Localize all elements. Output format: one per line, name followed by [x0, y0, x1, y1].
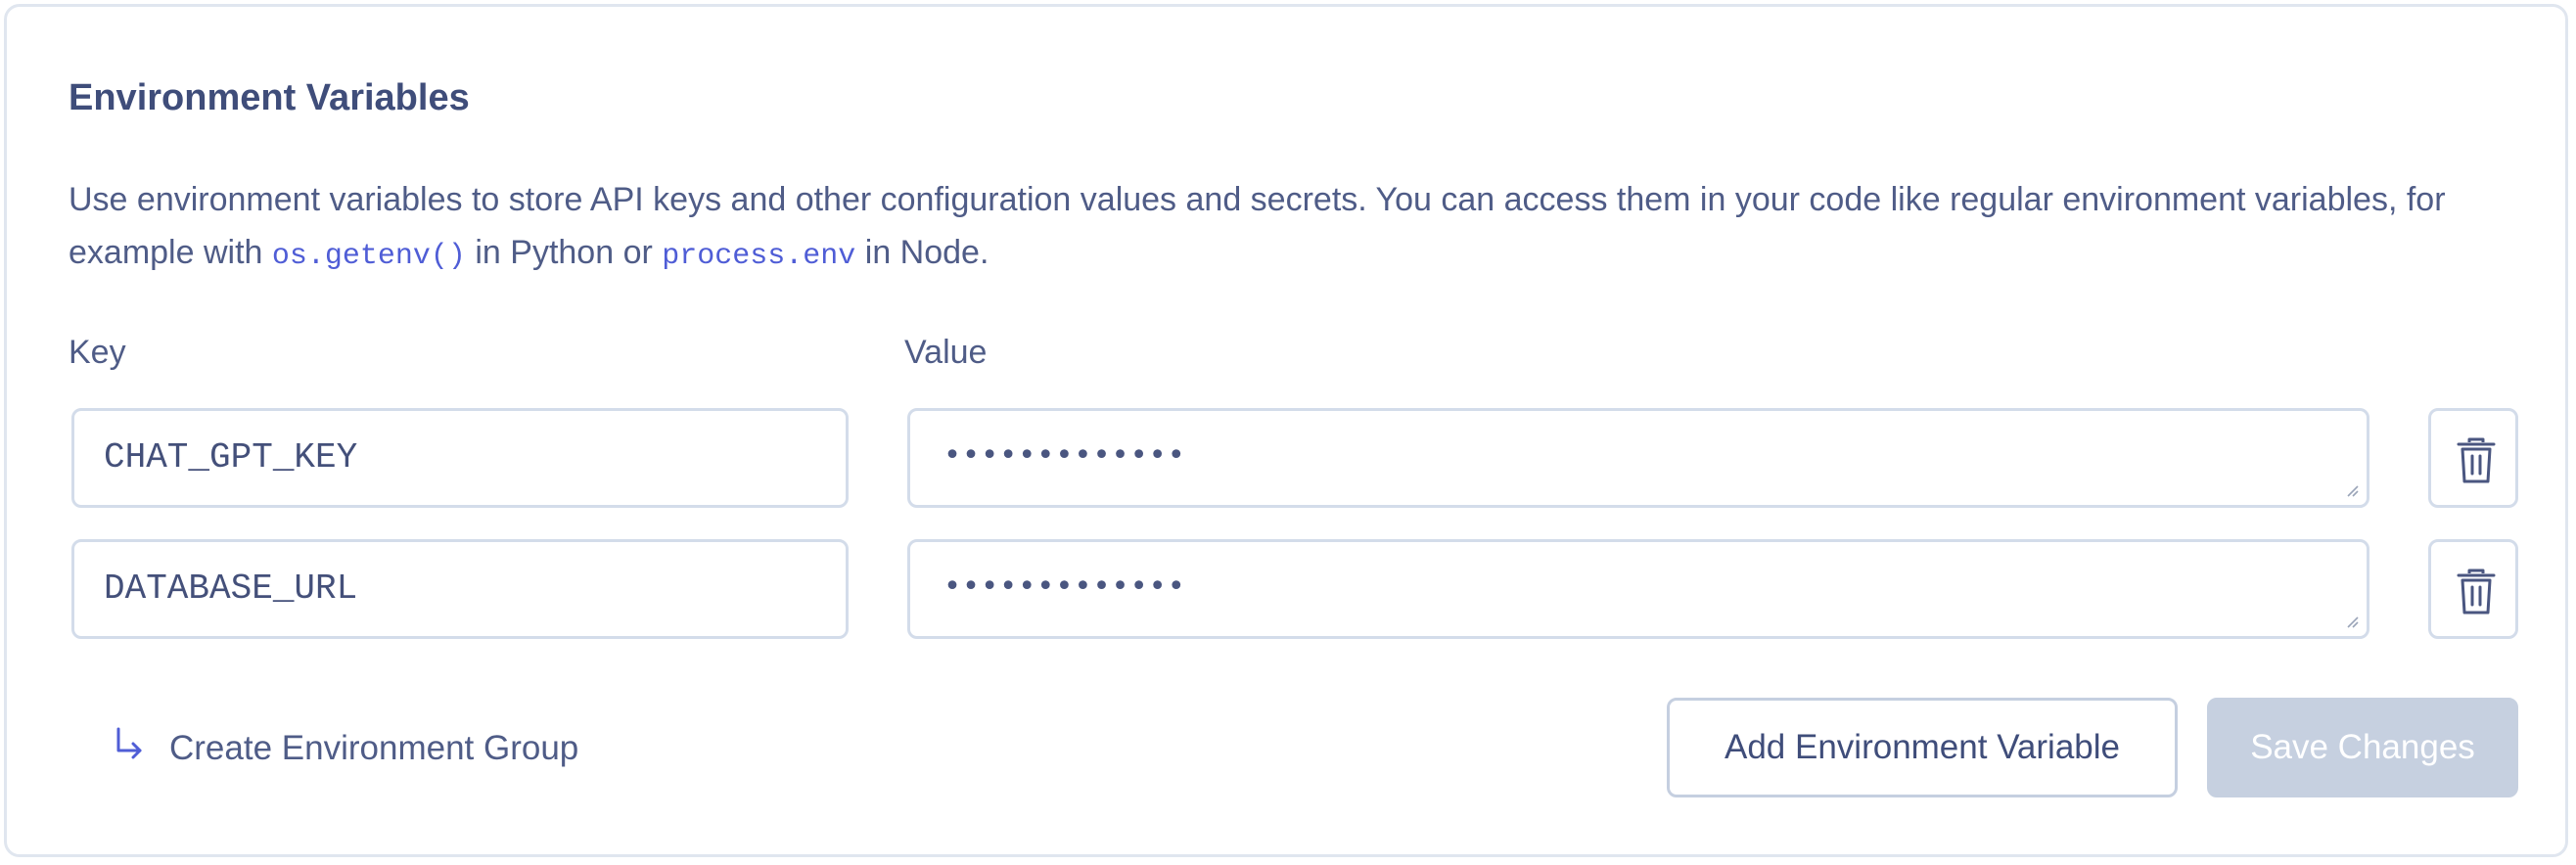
description-text-3: in Node.	[855, 234, 989, 271]
trash-icon	[2457, 437, 2496, 483]
key-input-1[interactable]: CHAT_GPT_KEY	[71, 408, 849, 508]
key-column-label: Key	[69, 334, 126, 371]
description-text-2: in Python or	[465, 234, 663, 271]
resize-handle-icon[interactable]	[2345, 615, 2359, 628]
delete-row-button-2[interactable]	[2428, 539, 2518, 639]
value-textarea-2[interactable]: •••••••••••••	[907, 539, 2369, 639]
section-title: Environment Variables	[69, 77, 470, 118]
add-environment-variable-button[interactable]: Add Environment Variable	[1667, 698, 2178, 797]
trash-icon	[2457, 569, 2496, 615]
delete-row-button-1[interactable]	[2428, 408, 2518, 508]
value-textarea-1[interactable]: •••••••••••••	[907, 408, 2369, 508]
key-input-value: DATABASE_URL	[104, 569, 358, 609]
create-environment-group-label: Create Environment Group	[169, 729, 579, 767]
resize-handle-icon[interactable]	[2345, 483, 2359, 497]
code-process-env: process.env	[662, 240, 856, 273]
code-os-getenv: os.getenv()	[271, 240, 466, 273]
value-textarea-value: •••••••••••••	[943, 438, 1186, 473]
environment-variables-card: Environment Variables Use environment va…	[4, 4, 2568, 857]
key-input-value: CHAT_GPT_KEY	[104, 437, 358, 478]
save-changes-button[interactable]: Save Changes	[2207, 698, 2518, 797]
key-input-2[interactable]: DATABASE_URL	[71, 539, 849, 639]
value-column-label: Value	[904, 334, 988, 371]
section-description: Use environment variables to store API k…	[69, 173, 2515, 283]
arrow-turn-down-right-icon	[116, 727, 142, 759]
value-textarea-value: •••••••••••••	[943, 569, 1186, 604]
